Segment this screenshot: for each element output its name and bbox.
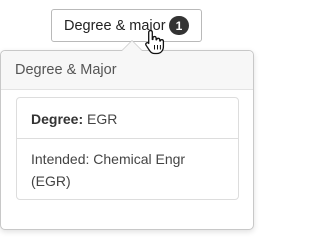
popover-arrow-fill	[122, 41, 142, 51]
list-item-degree: Degree: EGR	[17, 98, 238, 139]
count-badge: 1	[169, 16, 189, 35]
popover-title: Degree & Major	[1, 51, 253, 90]
hand-pointer-cursor-icon	[145, 29, 165, 55]
degree-label: Degree:	[31, 111, 84, 127]
degree-info-list: Degree: EGR Intended: Chemical Engr (EGR…	[16, 97, 239, 200]
degree-major-button[interactable]: Degree & major 1	[51, 9, 202, 42]
degree-major-widget: Degree & major 1 Degree & Major Degree: …	[0, 0, 254, 231]
degree-major-popover: Degree & Major Degree: EGR Intended: Che…	[0, 40, 254, 230]
list-item-intended: Intended: Chemical Engr (EGR)	[31, 151, 186, 189]
degree-value: EGR	[87, 111, 118, 127]
